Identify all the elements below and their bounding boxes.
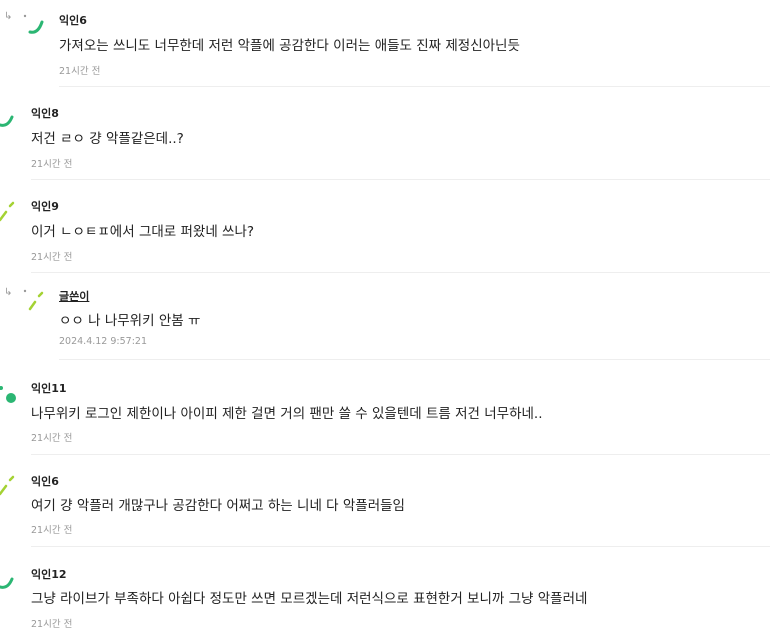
comment-author[interactable]: 익인8	[31, 105, 59, 121]
comment-author-op[interactable]: 글쓴이	[59, 288, 89, 304]
reply-arrow-icon: ↳	[4, 11, 13, 22]
comment-divider	[31, 454, 770, 455]
avatar-icon	[23, 14, 44, 34]
comment-author[interactable]: 익인11	[31, 380, 67, 396]
comment-time: 21시간 전	[31, 252, 73, 263]
comment-divider	[59, 86, 770, 87]
comment-text: 그냥 라이브가 부족하다 아쉽다 정도만 쓰면 모르겠는데 저런식으로 표현한거…	[31, 591, 588, 607]
comment-author[interactable]: 익인12	[31, 566, 67, 582]
comment-author[interactable]: 익인6	[31, 473, 59, 489]
comment-divider	[59, 359, 770, 360]
avatar-icon	[0, 201, 15, 222]
comment-text: 저건 ㄹㅇ 걍 악플같은데..?	[31, 131, 184, 147]
comment-time: 21시간 전	[31, 159, 73, 170]
comment-time: 21시간 전	[31, 433, 73, 444]
comment-item: 익인12 그냥 라이브가 부족하다 아쉽다 정도만 쓰면 모르겠는데 저런식으로…	[0, 553, 770, 639]
comment-text: ㅇㅇ 나 나무위키 안봄 ㅠ	[59, 313, 201, 329]
comment-author[interactable]: 익인9	[31, 198, 59, 214]
comment-item: 익인9 이거 ㄴㅇㅌㅍ에서 그대로 퍼왔네 쓰나? 21시간 전	[0, 186, 770, 274]
comment-item: 익인6 여기 걍 악플러 개많구나 공감한다 어쩌고 하는 니네 다 악플러들임…	[0, 460, 770, 548]
comment-text: 이거 ㄴㅇㅌㅍ에서 그대로 퍼왔네 쓰나?	[31, 224, 255, 240]
comment-item: 익인11 나무위키 로그인 제한이나 아이피 제한 걸면 거의 팬만 쓸 수 있…	[0, 366, 770, 460]
comment-text: 가져오는 쓰니도 너무한데 저런 악플에 공감한다 이러는 애들도 진짜 제정신…	[59, 38, 520, 54]
comment-divider	[31, 179, 770, 180]
avatar-icon	[0, 386, 16, 403]
comment-text: 나무위키 로그인 제한이나 아이피 제한 걸면 거의 팬만 쓸 수 있을텐데 트…	[31, 406, 543, 422]
comment-author[interactable]: 익인6	[59, 12, 87, 28]
avatar-icon	[0, 475, 15, 496]
comment-time: 2024.4.12 9:57:21	[59, 336, 147, 347]
comment-item: ↳ 글쓴이 ㅇㅇ 나 나무위키 안봄 ㅠ 2024.4.12 9:57:21	[0, 279, 770, 361]
comment-time: 21시간 전	[31, 619, 73, 630]
comment-time: 21시간 전	[31, 525, 73, 536]
comment-text: 여기 걍 악플러 개많구나 공감한다 어쩌고 하는 니네 다 악플러들임	[31, 498, 405, 514]
comment-item: 익인8 저건 ㄹㅇ 걍 악플같은데..? 21시간 전	[0, 93, 770, 181]
avatar-icon	[0, 577, 14, 589]
comment-item: ↳ 익인6 가져오는 쓰니도 너무한데 저런 악플에 공감한다 이러는 애들도 …	[0, 0, 770, 88]
comment-time: 21시간 전	[59, 66, 101, 77]
comment-divider	[31, 272, 770, 273]
avatar-icon	[23, 289, 44, 311]
reply-arrow-icon: ↳	[4, 287, 13, 298]
avatar-icon	[0, 115, 14, 127]
comment-divider	[31, 546, 770, 547]
